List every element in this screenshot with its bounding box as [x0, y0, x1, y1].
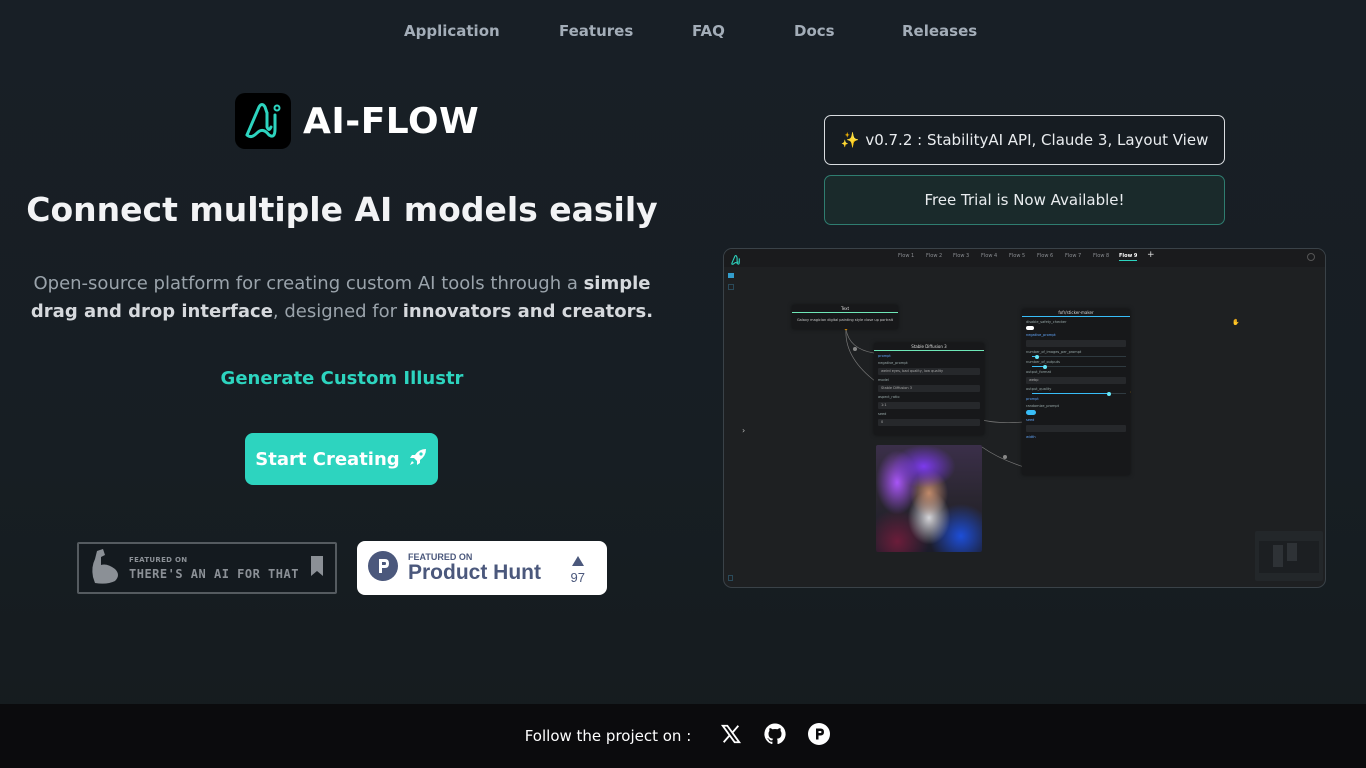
x-twitter-link[interactable]: [719, 724, 743, 748]
nav-faq[interactable]: FAQ: [692, 22, 725, 40]
product-hunt-badge[interactable]: FEATURED ON Product Hunt 97: [357, 541, 607, 595]
rep-field-value: [1026, 340, 1126, 347]
start-creating-button[interactable]: Start Creating: [245, 433, 438, 485]
rep-field-label: seed: [1026, 418, 1035, 422]
rep-slider: [1032, 391, 1126, 396]
hero-headline: Connect multiple AI models easily: [26, 190, 658, 229]
hero-description: Open-source platform for creating custom…: [30, 270, 654, 326]
taaft-big-text: THERE'S AN AI FOR THAT: [129, 566, 299, 581]
replicate-node-title: fofr/sticker-maker: [1022, 309, 1130, 317]
preview-sd-node: Stable Diffusion 3 prompt negative_promp…: [874, 343, 984, 435]
nav-docs[interactable]: Docs: [794, 22, 835, 40]
rep-field-value: [1026, 425, 1126, 432]
text-node-title: Text: [792, 305, 898, 313]
rep-field-label: negative_prompt: [1026, 333, 1056, 337]
sd-field-label: prompt: [878, 354, 891, 358]
rep-field-label: output_quality: [1026, 387, 1052, 391]
rep-slider: [1032, 354, 1126, 359]
brand: AI-FLOW: [235, 93, 479, 149]
nav-features[interactable]: Features: [559, 22, 633, 40]
sd-field-value: 1:1: [878, 402, 980, 409]
rocket-icon: [408, 447, 428, 472]
rep-field-value: webp: [1026, 377, 1126, 384]
nav-releases[interactable]: Releases: [902, 22, 977, 40]
sd-field-value: 0: [878, 419, 980, 426]
rep-field-label: output_format: [1026, 370, 1051, 374]
preview-minimap: [1255, 531, 1323, 581]
follow-label: Follow the project on :: [524, 727, 692, 745]
ph-big-text: Product Hunt: [408, 561, 541, 584]
taaft-small-text: FEATURED ON: [129, 555, 188, 564]
preview-text-node: Text Galaxy magician digital painting st…: [792, 305, 898, 329]
bookmark-icon: [311, 556, 323, 580]
rep-field-label: width: [1026, 435, 1036, 439]
sd-field-label: model: [878, 378, 889, 382]
ai-flow-logo-icon: [235, 93, 291, 149]
upvote-triangle-icon: [571, 551, 584, 570]
trial-text: Free Trial is Now Available!: [924, 191, 1125, 209]
sd-field-label: seed: [878, 412, 887, 416]
rep-slider: [1032, 364, 1126, 369]
start-creating-label: Start Creating: [255, 448, 400, 470]
sd-field-label: aspect_ratio: [878, 395, 900, 399]
release-text: v0.7.2 : StabilityAI API, Claude 3, Layo…: [865, 131, 1209, 149]
desc-part2: , designed for: [272, 301, 403, 322]
rep-field-label: number_of_images_per_prompt: [1026, 350, 1082, 354]
nav-application[interactable]: Application: [404, 22, 500, 40]
generated-wizard-image: [876, 445, 982, 552]
desc-part1: Open-source platform for creating custom…: [33, 273, 584, 294]
release-announcement[interactable]: ✨ v0.7.2 : StabilityAI API, Claude 3, La…: [824, 115, 1225, 165]
brand-name: AI-FLOW: [303, 100, 480, 142]
preview-help-icon: [728, 575, 733, 581]
github-icon: [763, 722, 787, 750]
upvote-count: 97: [570, 570, 585, 585]
sd-field-value: weird eyes, bad quality, low quality: [878, 368, 980, 375]
product-hunt-logo-icon: [368, 551, 398, 585]
sd-field-label: negative_prompt: [878, 361, 908, 365]
toggle-off: [1026, 326, 1034, 330]
text-node-content: Galaxy magician digital painting style c…: [796, 318, 894, 322]
rep-field-label: prompt: [1026, 397, 1039, 401]
sd-field-value: Stable Diffusion 3: [878, 385, 980, 392]
typed-tagline: Generate Custom Illustr: [220, 368, 464, 389]
rep-field-label: number_of_outputs: [1026, 360, 1060, 364]
free-trial-announcement[interactable]: Free Trial is Now Available!: [824, 175, 1225, 225]
rep-field-label: randomize_prompt: [1026, 404, 1060, 408]
flexed-arm-icon: [89, 547, 123, 589]
product-hunt-icon: [807, 722, 831, 750]
taaft-badge[interactable]: FEATURED ON THERE'S AN AI FOR THAT: [77, 542, 337, 594]
cursor-hand-icon: ✋: [1232, 319, 1240, 326]
footer: Follow the project on :: [0, 704, 1366, 768]
product-hunt-link[interactable]: [807, 722, 831, 750]
toggle-on: [1026, 410, 1036, 415]
top-nav: Application Features FAQ Docs Releases: [0, 0, 1366, 64]
preview-replicate-node: fofr/sticker-maker disable_safety_checke…: [1022, 309, 1130, 475]
app-preview-screenshot: Flow 1 Flow 2 Flow 3 Flow 4 Flow 5 Flow …: [723, 248, 1326, 588]
sparkles-icon: ✨: [840, 131, 860, 149]
sd-node-title: Stable Diffusion 3: [874, 343, 984, 351]
x-twitter-icon: [720, 723, 742, 749]
desc-bold2: innovators and creators.: [402, 301, 654, 322]
github-link[interactable]: [763, 722, 787, 750]
rep-field-label: disable_safety_checker: [1026, 320, 1067, 324]
